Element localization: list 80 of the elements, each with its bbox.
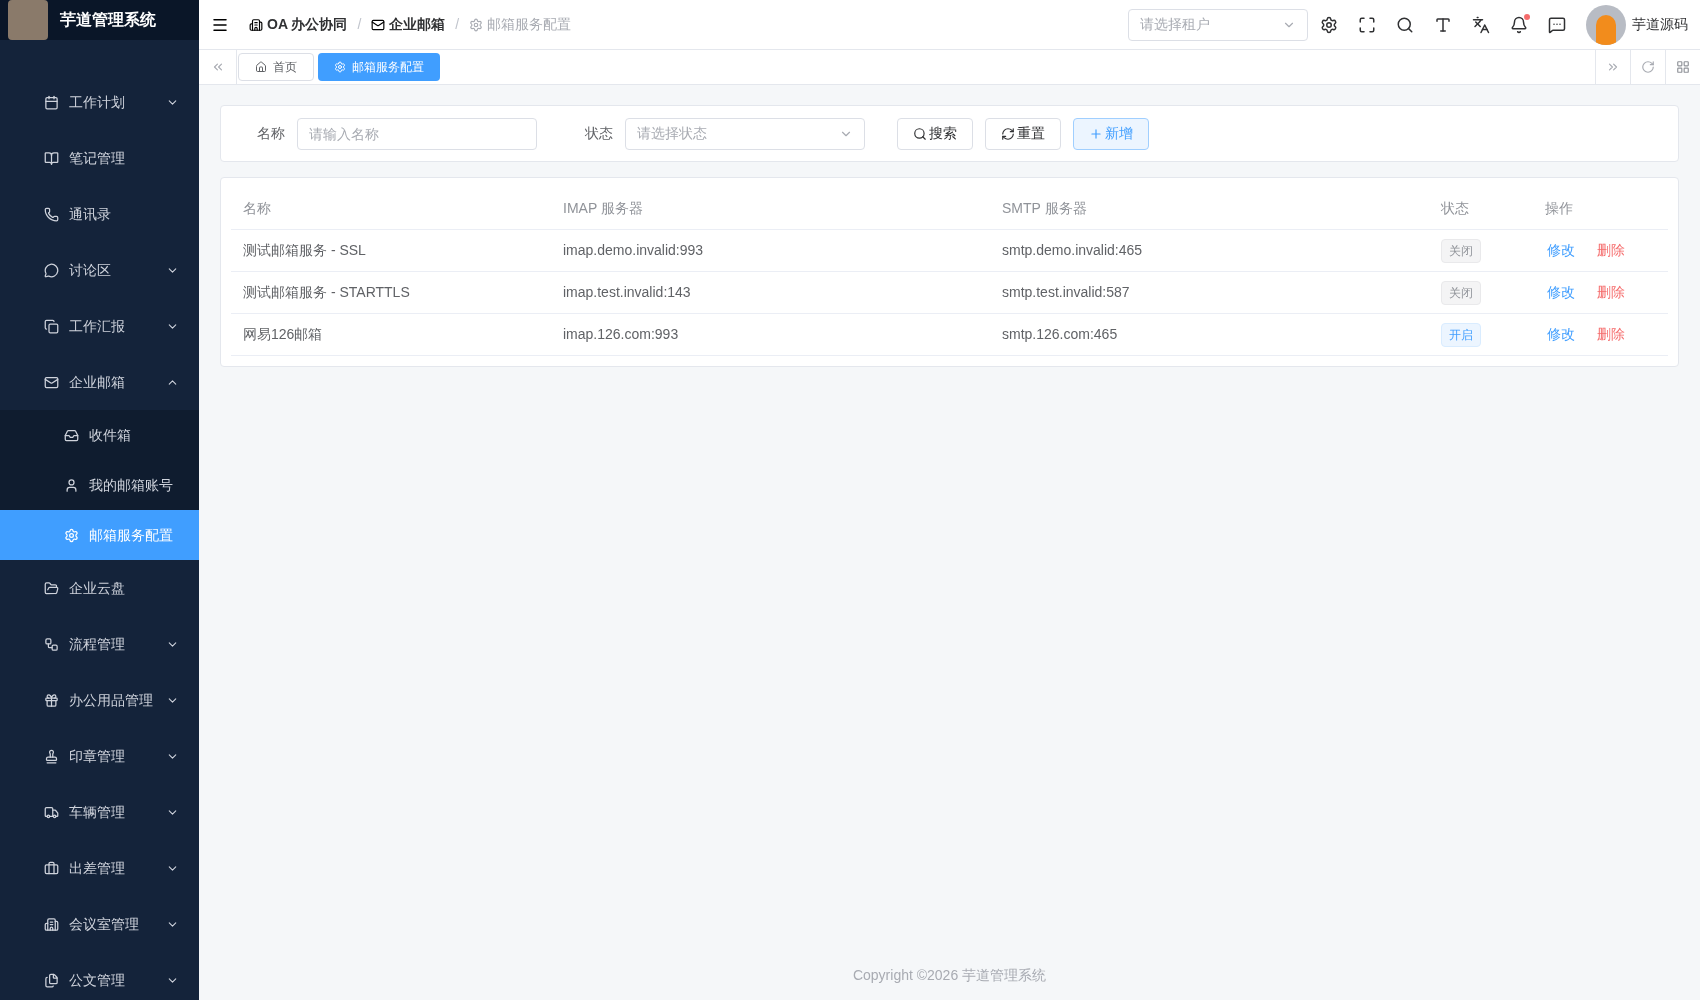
table-cell: imap.126.com:993 bbox=[563, 326, 679, 342]
sidebar-item[interactable]: 工作汇报 bbox=[0, 298, 199, 354]
files-icon bbox=[44, 972, 59, 988]
sidebar-item[interactable]: 公文管理 bbox=[0, 952, 199, 1000]
truck-icon bbox=[44, 804, 59, 820]
chat-bubble-icon bbox=[44, 262, 59, 278]
breadcrumb-separator: / bbox=[455, 15, 460, 34]
copyright-text: Copyright ©2026 芋道管理系统 bbox=[852, 965, 1047, 985]
status-tag: 关闭 bbox=[1441, 238, 1481, 263]
sidebar-item[interactable]: 我的邮箱账号 bbox=[0, 460, 199, 510]
briefcase-icon bbox=[44, 860, 59, 876]
phone-icon bbox=[44, 206, 59, 222]
table-cell: 测试邮箱服务 - STARTTLS bbox=[243, 284, 410, 300]
stamp-icon bbox=[44, 748, 59, 764]
reset-button[interactable]: 重置 bbox=[985, 117, 1061, 150]
app-title: 芋道管理系统 bbox=[60, 10, 156, 30]
search-icon[interactable] bbox=[1396, 15, 1414, 34]
gear-icon bbox=[64, 527, 79, 543]
table-cell: imap.demo.invalid:993 bbox=[563, 242, 704, 258]
inbox-icon bbox=[64, 427, 79, 443]
search-icon bbox=[913, 126, 927, 141]
name-input[interactable]: 请输入名称 bbox=[297, 117, 537, 150]
user-icon bbox=[64, 477, 79, 493]
bell-icon[interactable] bbox=[1510, 15, 1528, 34]
notebook-icon bbox=[44, 150, 59, 166]
gear-icon bbox=[469, 17, 484, 32]
page-tab[interactable]: 首页 bbox=[238, 53, 314, 81]
sidebar-item[interactable]: 出差管理 bbox=[0, 840, 199, 896]
breadcrumb-item: 邮箱服务配置 bbox=[487, 15, 572, 34]
sidebar-item[interactable]: 会议室管理 bbox=[0, 896, 199, 952]
settings-icon[interactable] bbox=[1320, 15, 1338, 34]
message-icon[interactable] bbox=[1548, 15, 1566, 34]
sidebar-item[interactable]: 笔记管理 bbox=[0, 130, 199, 186]
table-cell: 测试邮箱服务 - SSL bbox=[243, 242, 366, 258]
table-cell: imap.test.invalid:143 bbox=[563, 284, 691, 300]
sidebar-item[interactable]: 收件箱 bbox=[0, 410, 199, 460]
mail-icon bbox=[371, 17, 386, 32]
building-icon bbox=[44, 916, 59, 932]
column-header: 操作 bbox=[1545, 200, 1573, 216]
table-cell: smtp.demo.invalid:465 bbox=[1002, 242, 1143, 258]
sidebar-item[interactable]: 车辆管理 bbox=[0, 784, 199, 840]
gear-icon bbox=[334, 61, 346, 73]
flow-icon bbox=[44, 636, 59, 652]
breadcrumb-separator: / bbox=[357, 15, 362, 34]
sidebar-item[interactable]: 企业云盘 bbox=[0, 560, 199, 616]
field-label: 名称 bbox=[257, 124, 285, 143]
field-label: 状态 bbox=[585, 124, 613, 143]
font-size-icon[interactable] bbox=[1434, 15, 1452, 34]
column-header: 名称 bbox=[243, 200, 271, 216]
column-header: 状态 bbox=[1441, 200, 1469, 216]
sidebar-item[interactable]: 企业邮箱 bbox=[0, 354, 199, 410]
table-cell: smtp.test.invalid:587 bbox=[1002, 284, 1130, 300]
sidebar-item[interactable]: 印章管理 bbox=[0, 728, 199, 784]
table-cell: smtp.126.com:465 bbox=[1002, 326, 1118, 342]
column-header: SMTP 服务器 bbox=[1002, 200, 1087, 216]
folder-icon bbox=[44, 580, 59, 596]
breadcrumb-item[interactable]: 企业邮箱 bbox=[389, 14, 446, 35]
mail-icon bbox=[44, 374, 59, 390]
gift-icon bbox=[44, 692, 59, 708]
copy-icon bbox=[44, 318, 59, 334]
calendar-icon bbox=[44, 94, 59, 110]
refresh-icon bbox=[1001, 126, 1015, 141]
column-header: IMAP 服务器 bbox=[563, 200, 643, 216]
sidebar-item[interactable]: 工作计划 bbox=[0, 74, 199, 130]
sidebar-item[interactable]: 讨论区 bbox=[0, 242, 199, 298]
home-icon bbox=[255, 61, 267, 73]
sidebar-item[interactable]: 流程管理 bbox=[0, 616, 199, 672]
logo-image bbox=[8, 0, 48, 40]
fullscreen-icon[interactable] bbox=[1358, 15, 1376, 34]
status-tag: 关闭 bbox=[1441, 280, 1481, 305]
building-icon bbox=[249, 17, 263, 32]
plus-icon bbox=[1089, 126, 1103, 141]
status-tag: 开启 bbox=[1441, 322, 1481, 347]
user-name[interactable]: 芋道源码 bbox=[1632, 14, 1688, 35]
translate-icon[interactable] bbox=[1472, 15, 1490, 34]
sidebar-item[interactable]: 通讯录 bbox=[0, 186, 199, 242]
search-button[interactable]: 搜索 bbox=[897, 117, 973, 150]
table-cell: 网易126邮箱 bbox=[243, 326, 323, 342]
sidebar-item[interactable]: 办公用品管理 bbox=[0, 672, 199, 728]
breadcrumb-item[interactable]: OA 办公协同 bbox=[267, 14, 348, 35]
